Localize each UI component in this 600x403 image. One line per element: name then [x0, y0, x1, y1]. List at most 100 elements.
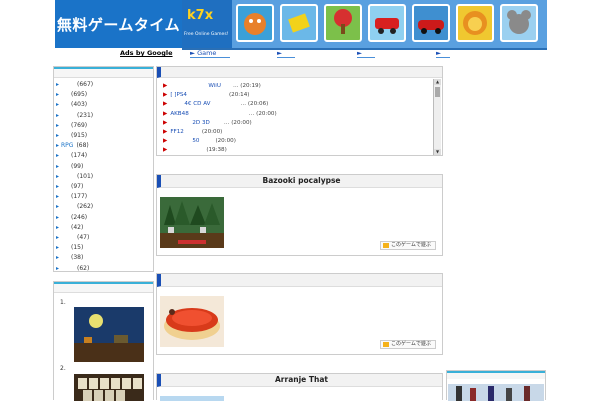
- game-card-3: Arranje That: [156, 373, 443, 401]
- category-arrow-icon: ▸: [56, 172, 60, 180]
- category-item[interactable]: ▸ (246): [56, 214, 87, 221]
- category-item[interactable]: ▸ (174): [56, 152, 87, 159]
- category-arrow-icon: ▸: [56, 213, 60, 221]
- news-item[interactable]: ▶[ ]PS4 (20:14): [163, 92, 249, 98]
- news-link[interactable]: 50: [192, 138, 199, 144]
- category-count: (177): [71, 193, 88, 201]
- news-item[interactable]: ▶ 50 (20:00): [163, 138, 236, 144]
- rank-game-thumb-2[interactable]: [74, 374, 144, 401]
- category-item[interactable]: ▸ (231): [56, 112, 93, 119]
- category-item[interactable]: ▸ (62): [56, 265, 89, 272]
- news-item[interactable]: ▶ 2D 3D … (20:00): [163, 120, 252, 126]
- category-item[interactable]: ▸ (47): [56, 234, 89, 241]
- banner-game-thumb-2[interactable]: [280, 4, 318, 42]
- game-thumb-1[interactable]: [160, 197, 224, 248]
- news-timestamp: (20:00): [201, 129, 223, 135]
- category-count: (15): [71, 244, 84, 252]
- news-item[interactable]: ▶ AKB48 … (20:00): [163, 111, 277, 117]
- news-timestamp: … (20:00): [223, 119, 252, 126]
- banner-brand: k7x: [187, 8, 214, 23]
- category-count: (246): [71, 213, 88, 221]
- play-game-button-1[interactable]: このゲームで遊ぶ: [380, 241, 436, 250]
- category-item[interactable]: ▸ (403): [56, 101, 87, 108]
- category-item[interactable]: ▸ (101): [56, 173, 93, 180]
- news-link[interactable]: AKB48: [170, 111, 188, 117]
- category-item[interactable]: ▸ (667): [56, 81, 93, 88]
- category-item[interactable]: ▸ (42): [56, 224, 83, 231]
- news-arrow-icon: ▶: [163, 147, 168, 154]
- game-banner[interactable]: k7x Free Online Games!: [182, 0, 547, 50]
- game-thumb-2[interactable]: [160, 296, 224, 347]
- banner-game-thumb-7[interactable]: [500, 4, 538, 42]
- news-arrow-icon: ▶: [163, 101, 168, 108]
- news-timestamp: … (20:19): [232, 83, 261, 89]
- news-scrollbar[interactable]: ▲ ▼: [433, 79, 441, 155]
- promo-image[interactable]: [448, 384, 544, 401]
- news-item[interactable]: ▶ 4€ CD AV … (20:06): [163, 101, 268, 107]
- news-link[interactable]: FF12: [170, 129, 184, 135]
- category-arrow-icon: ▸: [56, 121, 60, 129]
- banner-game-thumb-3[interactable]: [324, 4, 362, 42]
- category-sidebar: ▸ (667) ▸ (695) ▸ (403) ▸ (231) ▸ (769) ▸ (915) ▸ RPG…: [53, 66, 154, 272]
- news-timestamp: (19:38): [206, 147, 227, 154]
- category-item[interactable]: ▸ (97): [56, 183, 83, 190]
- news-item[interactable]: ▶ FF12 (20:00): [163, 129, 222, 135]
- category-arrow-icon: ▸: [56, 152, 60, 160]
- banner-game-thumb-4[interactable]: [368, 4, 406, 42]
- category-item[interactable]: ▸ (262): [56, 203, 93, 210]
- news-arrow-icon: ▶: [163, 92, 168, 99]
- category-count: (262): [77, 203, 94, 211]
- category-count: (231): [77, 111, 94, 119]
- news-link[interactable]: WiiU: [208, 83, 221, 89]
- news-link[interactable]: [ ]PS4: [170, 92, 187, 98]
- news-link[interactable]: 4€ CD AV: [184, 101, 210, 107]
- banner-game-thumb-1[interactable]: [236, 4, 274, 42]
- rank-game-thumb-1[interactable]: [74, 307, 144, 362]
- news-arrow-icon: ▶: [163, 119, 168, 126]
- category-item[interactable]: ▸ RPG (68): [56, 142, 89, 149]
- logo-text: 無料ゲームタイム: [56, 15, 181, 34]
- game-title-1[interactable]: Bazooki pocalypse: [157, 175, 442, 188]
- news-arrow-icon: ▶: [163, 83, 168, 89]
- game-thumb-3[interactable]: [160, 396, 224, 401]
- nav-link-2[interactable]: ►: [277, 49, 282, 57]
- game-title-3[interactable]: Arranje That: [157, 374, 442, 387]
- category-arrow-icon: ▸: [56, 142, 60, 150]
- category-item[interactable]: ▸ (38): [56, 254, 83, 261]
- category-count: (915): [71, 132, 88, 139]
- banner-game-thumb-6[interactable]: [456, 4, 494, 42]
- play-game-button-2[interactable]: このゲームで遊ぶ: [380, 340, 436, 349]
- category-count: (667): [77, 81, 94, 88]
- category-item[interactable]: ▸ (915): [56, 132, 87, 139]
- right-promo-box: [446, 370, 546, 401]
- category-item[interactable]: ▸ (15): [56, 244, 83, 251]
- scroll-down-arrow[interactable]: ▼: [434, 149, 441, 155]
- category-item[interactable]: ▸ (769): [56, 122, 87, 129]
- nav-link-4[interactable]: ►: [436, 49, 441, 57]
- category-arrow-icon: ▸: [56, 111, 60, 119]
- category-item[interactable]: ▸ (177): [56, 193, 87, 200]
- news-header: [157, 67, 442, 78]
- news-item[interactable]: ▶ (19:38): [163, 147, 227, 153]
- news-timestamp: (20:00): [215, 138, 236, 145]
- category-item[interactable]: ▸ (695): [56, 91, 87, 98]
- ads-by-google-link[interactable]: Ads by Google: [120, 49, 173, 57]
- news-link[interactable]: 2D 3D: [192, 120, 210, 126]
- news-arrow-icon: ▶: [163, 138, 168, 145]
- scroll-up-arrow[interactable]: ▲: [434, 79, 441, 85]
- news-timestamp: … (20:06): [240, 101, 269, 108]
- category-header: [54, 67, 153, 78]
- category-item[interactable]: ▸ (99): [56, 163, 83, 170]
- nav-link-3[interactable]: ►: [357, 49, 362, 57]
- category-count: (68): [76, 142, 89, 150]
- k7x-logo[interactable]: k7x Free Online Games!: [182, 0, 232, 48]
- scroll-thumb[interactable]: [435, 87, 440, 97]
- nav-link-game[interactable]: ► Game: [190, 49, 216, 57]
- game-title-2[interactable]: [157, 274, 442, 287]
- category-arrow-icon: ▸: [56, 254, 60, 262]
- news-item[interactable]: ▶ WiiU … (20:19): [163, 83, 261, 89]
- banner-game-thumb-5[interactable]: [412, 4, 450, 42]
- site-logo[interactable]: 無料ゲームタイム: [55, 0, 182, 48]
- rank-number-2: 2.: [60, 365, 66, 372]
- category-arrow-icon: ▸: [56, 183, 60, 190]
